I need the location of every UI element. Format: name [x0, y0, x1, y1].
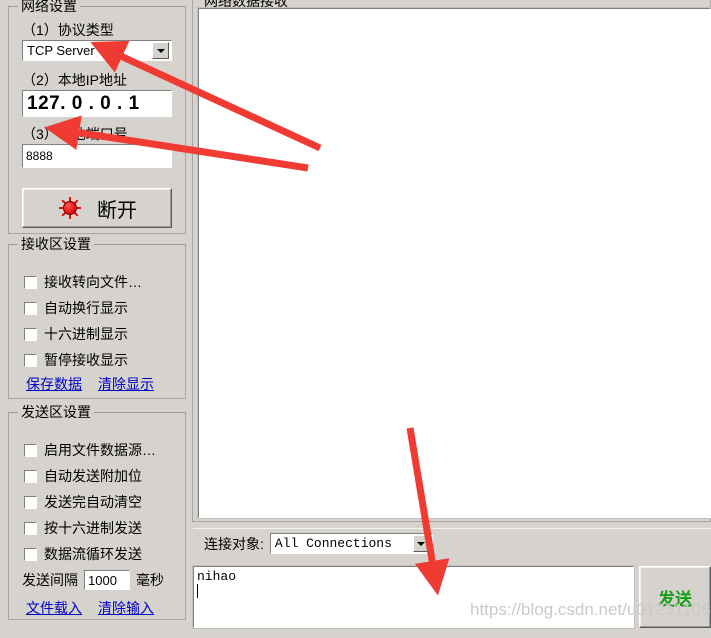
checkbox-box[interactable] — [24, 353, 37, 367]
send-interval-row: 发送间隔 1000 毫秒 — [22, 570, 164, 590]
load-file-link[interactable]: 文件载入 — [26, 598, 82, 618]
receive-data-group: 网络数据接收 — [192, 0, 711, 522]
connection-target-value: All Connections — [274, 536, 392, 551]
checkbox-label: 接收转向文件… — [44, 274, 142, 290]
send-settings-title: 发送区设置 — [18, 404, 94, 420]
checkbox-label: 启用文件数据源… — [44, 442, 156, 458]
local-ip-value: 127. 0 . 0 . 1 — [27, 92, 140, 114]
connection-target-label: 连接对象: — [204, 535, 264, 552]
receive-settings-title: 接收区设置 — [18, 236, 94, 252]
checkbox-box[interactable] — [24, 275, 37, 289]
local-port-value: 8888 — [26, 149, 53, 163]
send-data-textarea[interactable]: nihao — [192, 565, 635, 629]
checkbox-auto-wrap[interactable]: 自动换行显示 — [24, 298, 128, 318]
checkbox-label: 自动发送附加位 — [44, 468, 142, 484]
clear-input-link[interactable]: 清除输入 — [98, 598, 154, 618]
send-interval-unit: 毫秒 — [136, 572, 164, 588]
send-interval-value: 1000 — [88, 572, 117, 588]
save-data-link[interactable]: 保存数据 — [26, 374, 82, 394]
checkbox-label: 发送完自动清空 — [44, 494, 142, 510]
clear-display-link[interactable]: 清除显示 — [98, 374, 154, 394]
checkbox-box[interactable] — [24, 443, 37, 457]
receive-data-textarea[interactable] — [197, 7, 711, 519]
checkbox-receive-to-file[interactable]: 接收转向文件… — [24, 272, 142, 292]
connection-target-combo[interactable]: All Connections — [269, 533, 433, 554]
checkbox-box[interactable] — [24, 301, 37, 315]
checkbox-enable-file-source[interactable]: 启用文件数据源… — [24, 440, 156, 460]
checkbox-hex-display[interactable]: 十六进制显示 — [24, 324, 128, 344]
receive-links-row: 保存数据 清除显示 — [26, 374, 154, 394]
send-links-row: 文件载入 清除输入 — [26, 598, 154, 618]
checkbox-auto-append[interactable]: 自动发送附加位 — [24, 466, 142, 486]
connection-target-bar: 连接对象: All Connections — [193, 528, 711, 558]
send-button-label: 发送 — [658, 589, 692, 609]
text-caret — [197, 584, 198, 598]
protocol-type-label: （1）协议类型 — [22, 22, 114, 38]
chevron-down-icon[interactable] — [152, 42, 169, 59]
local-ip-input[interactable]: 127. 0 . 0 . 1 — [22, 90, 172, 117]
checkbox-clear-after-send[interactable]: 发送完自动清空 — [24, 492, 142, 512]
checkbox-box[interactable] — [24, 547, 37, 561]
checkbox-label: 十六进制显示 — [44, 326, 128, 342]
local-port-label: （3）本地端口号 — [22, 126, 128, 142]
checkbox-hex-send[interactable]: 按十六进制发送 — [24, 518, 142, 538]
checkbox-label: 数据流循环发送 — [44, 546, 142, 562]
disconnect-button-label: 断开 — [97, 199, 137, 222]
protocol-type-combo[interactable]: TCP Server — [22, 40, 172, 61]
checkbox-pause-receive[interactable]: 暂停接收显示 — [24, 350, 128, 370]
send-interval-input[interactable]: 1000 — [84, 570, 130, 590]
local-port-input[interactable]: 8888 — [22, 144, 172, 168]
checkbox-label: 按十六进制发送 — [44, 520, 142, 536]
chevron-down-icon[interactable] — [412, 535, 430, 552]
left-settings-panel: 网络设置 （1）协议类型 TCP Server （2）本地IP地址 127. 0… — [0, 0, 190, 638]
protocol-type-value: TCP Server — [27, 43, 95, 58]
checkbox-label: 暂停接收显示 — [44, 352, 128, 368]
checkbox-box[interactable] — [24, 521, 37, 535]
checkbox-box[interactable] — [24, 327, 37, 341]
nettools-window: 网络设置 （1）协议类型 TCP Server （2）本地IP地址 127. 0… — [0, 0, 711, 638]
disconnect-button[interactable]: 断开 — [22, 188, 172, 228]
network-settings-title: 网络设置 — [18, 0, 80, 14]
checkbox-box[interactable] — [24, 469, 37, 483]
checkbox-box[interactable] — [24, 495, 37, 509]
red-led-icon — [57, 195, 83, 221]
local-ip-label: （2）本地IP地址 — [22, 72, 128, 88]
send-interval-label: 发送间隔 — [22, 572, 78, 588]
send-button[interactable]: 发送 — [639, 566, 711, 628]
checkbox-label: 自动换行显示 — [44, 300, 128, 316]
send-data-text: nihao — [197, 569, 237, 584]
checkbox-loop-send[interactable]: 数据流循环发送 — [24, 544, 142, 564]
